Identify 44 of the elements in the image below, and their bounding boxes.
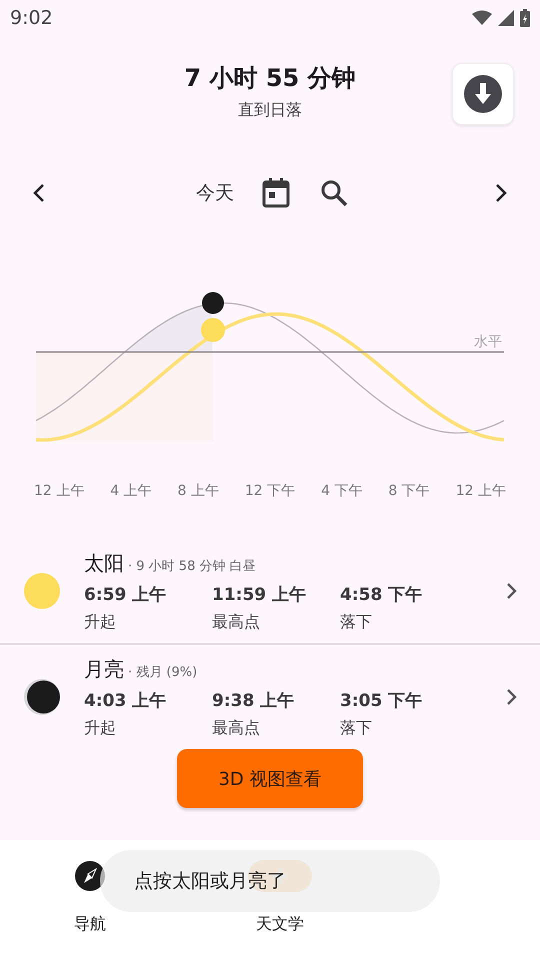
event-time: 4:58 下午 — [340, 584, 424, 606]
event-time: 9:38 上午 — [212, 690, 296, 712]
time-axis-label: 12 上午 — [34, 482, 84, 500]
event-time: 11:59 上午 — [212, 584, 308, 606]
event-label: 最高点 — [212, 718, 261, 738]
chevron-right-icon — [506, 688, 518, 706]
event-time: 3:05 下午 — [340, 690, 424, 712]
moon-marker[interactable] — [202, 292, 224, 314]
wifi-icon — [472, 10, 492, 26]
time-axis-label: 4 下午 — [321, 482, 362, 500]
status-time: 9:02 — [10, 7, 53, 29]
time-axis-label: 8 下午 — [388, 482, 430, 500]
body-name: 太阳 — [84, 550, 124, 576]
moon-icon — [24, 679, 60, 715]
download-icon — [464, 75, 502, 113]
time-axis-label: 8 上午 — [178, 482, 219, 500]
3d-view-button[interactable]: 3D 视图查看 — [177, 749, 363, 808]
event-label: 升起 — [84, 718, 117, 738]
battery-icon — [520, 9, 530, 27]
date-label[interactable]: 今天 — [196, 180, 234, 206]
download-button[interactable] — [452, 63, 514, 125]
chevron-right-icon — [506, 582, 518, 600]
body-detail: · 残月 (9%) — [128, 664, 198, 680]
body-name: 月亮 — [84, 656, 124, 682]
horizon-label: 水平 — [474, 334, 502, 350]
time-axis-label: 12 上午 — [456, 482, 506, 500]
event-label: 最高点 — [212, 612, 261, 632]
body-row[interactable]: 太阳 · 9 小时 58 分钟 白昼 6:59 上午 升起 11:59 上午 最高点 4:58 下午 落下 — [0, 543, 540, 639]
body-row[interactable]: 月亮 · 残月 (9%) 4:03 上午 升起 9:38 上午 最高点 3:05 下午 落下 — [0, 649, 540, 745]
calendar-button[interactable] — [260, 176, 292, 210]
event-time: 6:59 上午 — [84, 584, 168, 606]
time-axis-label: 4 上午 — [110, 482, 152, 500]
signal-icon — [498, 10, 514, 26]
body-detail: · 9 小时 58 分钟 白昼 — [128, 558, 256, 574]
message-toast: 点按太阳或月亮了 — [100, 850, 440, 912]
sun-marker[interactable] — [201, 318, 225, 342]
event-label: 落下 — [340, 718, 373, 738]
sun-icon — [24, 573, 60, 609]
event-label: 落下 — [340, 612, 373, 632]
event-time: 4:03 上午 — [84, 690, 168, 712]
subtitle: 直到日落 — [236, 100, 303, 121]
time-axis-label: 12 下午 — [244, 482, 296, 500]
event-label: 升起 — [84, 612, 117, 632]
time-remaining-title: 7 小时 55 分钟 — [184, 63, 356, 94]
